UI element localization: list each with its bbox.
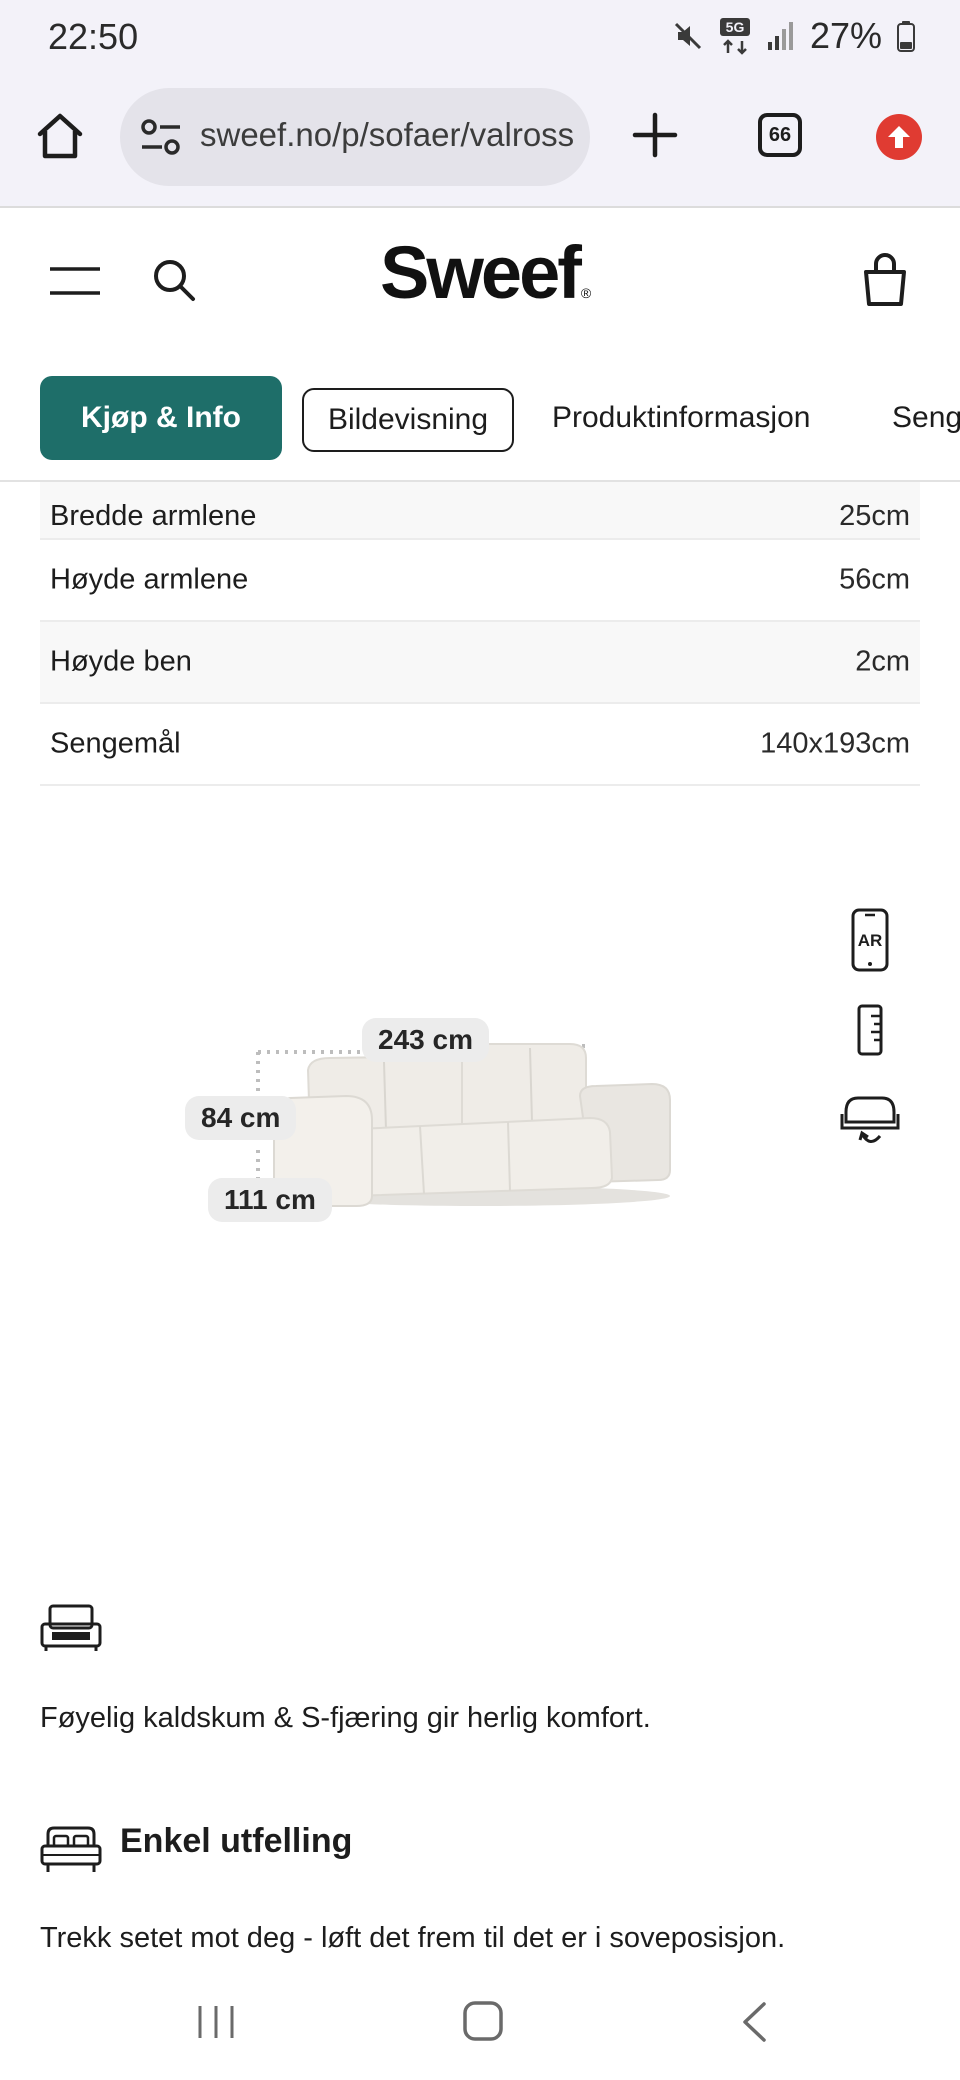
spec-label: Høyde ben	[50, 645, 192, 678]
rotate-button[interactable]	[838, 1092, 902, 1152]
5g-icon: 5G	[719, 18, 750, 55]
spec-value: 25cm	[839, 500, 910, 532]
spec-row: Sengemål 140x193cm	[40, 704, 920, 786]
spec-value: 140x193cm	[760, 727, 910, 760]
tab-label: Produktinformasjon	[552, 401, 811, 434]
feature-comfort-text: Føyelig kaldskum & S-fjæring gir herlig …	[40, 1702, 651, 1734]
status-time: 22:50	[48, 16, 139, 57]
tab-label: Seng	[892, 401, 960, 434]
bed-icon	[40, 1826, 102, 1872]
home-icon[interactable]	[34, 110, 86, 162]
site-settings-icon[interactable]	[140, 118, 182, 156]
address-bar[interactable]: sweef.no/p/sofaer/valross	[120, 88, 590, 186]
spec-row: Høyde armlene 56cm	[40, 540, 920, 622]
tab-label: Kjøp & Info	[81, 401, 241, 434]
site-header: Sweef ®	[0, 210, 960, 348]
depth-dimension: 111 cm	[208, 1178, 332, 1222]
sofa-bed-icon	[40, 1604, 102, 1651]
spec-value: 56cm	[839, 563, 910, 596]
feature-unfold-text: Trekk setet mot deg - løft det frem til …	[40, 1922, 786, 1954]
ar-label: AR	[858, 931, 883, 950]
status-bar: 22:50 5G 27%	[0, 0, 960, 72]
logo-mark: ®	[580, 285, 592, 301]
tab-produktinformasjon[interactable]: Produktinformasjon	[552, 376, 832, 460]
network-label: 5G	[726, 19, 745, 35]
mute-icon	[674, 22, 701, 50]
tab-label: Bildevisning	[327, 403, 489, 436]
url-text[interactable]: sweef.no/p/sofaer/valross	[200, 116, 574, 154]
site-logo[interactable]: Sweef ®	[380, 230, 591, 315]
back-icon[interactable]	[740, 2000, 768, 2044]
spec-label: Høyde armlene	[50, 563, 249, 596]
tabs-icon[interactable]: 66	[758, 113, 802, 157]
battery-percent: 27%	[809, 15, 882, 56]
spec-label: Bredde armlene	[50, 500, 257, 532]
spec-table: Bredde armlene 25cm Høyde armlene 56cm H…	[40, 482, 920, 786]
arrow-up-icon	[888, 126, 910, 148]
bag-icon[interactable]	[860, 252, 910, 308]
tab-count: 66	[768, 123, 792, 146]
spec-value: 2cm	[855, 645, 910, 678]
rotate-icon	[840, 1096, 900, 1143]
home-nav-icon[interactable]	[462, 2000, 504, 2042]
menu-icon[interactable]	[50, 266, 100, 296]
tab-seng[interactable]: Seng	[892, 376, 960, 460]
search-icon[interactable]	[152, 258, 196, 302]
ar-icon: AR	[851, 908, 889, 972]
status-icons: 5G 27%	[672, 14, 916, 58]
spec-row: Bredde armlene 25cm	[40, 482, 920, 540]
height-dimension: 84 cm	[185, 1096, 297, 1140]
signal-icon	[767, 22, 793, 50]
spec-label: Sengemål	[50, 727, 181, 760]
system-navigation-bar	[0, 1980, 960, 2080]
battery-icon	[897, 21, 915, 52]
browser-toolbar: sweef.no/p/sofaer/valross 66	[0, 72, 960, 208]
tab-kjop-info[interactable]: Kjøp & Info	[40, 376, 282, 460]
product-3d-viewer[interactable]: 243 cm 84 cm 111 cm	[140, 1000, 700, 1240]
ar-button[interactable]: AR	[838, 908, 902, 972]
recent-apps-icon[interactable]	[196, 2002, 236, 2042]
measure-button[interactable]	[838, 1004, 902, 1056]
width-dimension: 243 cm	[362, 1018, 489, 1062]
update-icon[interactable]	[876, 114, 922, 160]
product-section-nav: Kjøp & Info Bildevisning Produktinformas…	[0, 348, 960, 482]
plus-icon[interactable]	[630, 110, 680, 160]
tab-bildevisning[interactable]: Bildevisning	[302, 388, 514, 452]
ruler-icon	[857, 1004, 883, 1056]
feature-unfold-title: Enkel utfelling	[120, 1822, 353, 1860]
logo-text: Sweef	[380, 231, 582, 314]
spec-row: Høyde ben 2cm	[40, 622, 920, 704]
